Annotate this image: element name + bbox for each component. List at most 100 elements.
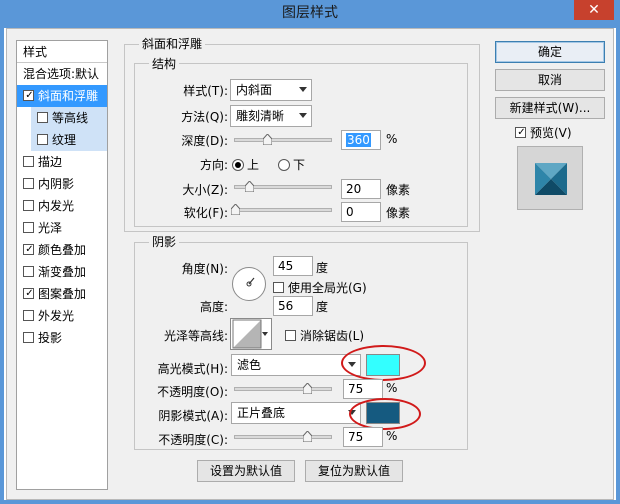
antialias-checkbox[interactable]: 消除锯齿(L) [285, 327, 364, 344]
shadow-opacity-slider[interactable] [234, 431, 332, 442]
angle-input[interactable]: 45 [273, 256, 313, 276]
gloss-contour-label: 光泽等高线: [163, 329, 228, 343]
depth-unit: % [386, 132, 398, 146]
highlight-mode-value: 滤色 [237, 358, 262, 372]
radio-off-icon[interactable] [278, 159, 290, 171]
shadow-opacity-value: 75 [348, 430, 364, 444]
checkbox-icon[interactable] [285, 330, 296, 341]
preview-checkbox[interactable]: 预览(V) [515, 124, 572, 141]
highlight-opacity-value: 75 [348, 382, 364, 396]
checkbox-icon[interactable] [23, 178, 34, 189]
angle-dial-icon[interactable] [231, 266, 267, 302]
checkbox-icon[interactable] [23, 200, 34, 211]
close-button[interactable]: ✕ [574, 0, 614, 20]
shadow-opacity-unit: % [386, 429, 398, 443]
angle-unit: 度 [316, 261, 329, 275]
checkbox-icon[interactable] [23, 288, 35, 299]
style-list-item[interactable]: 光泽 [17, 217, 107, 239]
size-slider[interactable] [234, 181, 332, 192]
ok-button[interactable]: 确定 [495, 41, 605, 63]
style-list-item[interactable]: 渐变叠加 [17, 261, 107, 283]
style-list-item-label: 混合选项:默认 [23, 67, 100, 81]
direction-up-label: 上 [247, 158, 260, 172]
checkbox-icon[interactable] [23, 90, 35, 101]
highlight-opacity-slider[interactable] [234, 383, 332, 394]
direction-up-radio[interactable]: 上 [232, 156, 259, 173]
window-title: 图层样式 [282, 5, 338, 21]
slider-thumb-icon[interactable] [263, 134, 272, 145]
style-list-item[interactable]: 内阴影 [17, 173, 107, 195]
annotation-ellipse [349, 398, 421, 430]
depth-label: 深度(D): [181, 134, 228, 148]
altitude-label: 高度: [199, 300, 228, 314]
new-style-button[interactable]: 新建样式(W)... [495, 97, 605, 119]
checkbox-icon[interactable] [37, 112, 48, 123]
direction-down-label: 下 [293, 158, 306, 172]
style-list-item[interactable]: 纹理 [31, 129, 107, 151]
slider-thumb-icon[interactable] [231, 204, 240, 215]
reset-default-button[interactable]: 复位为默认值 [305, 460, 403, 482]
style-list-item-label: 描边 [38, 155, 63, 169]
highlight-mode-label: 高光模式(H): [157, 362, 228, 376]
highlight-opacity-input[interactable]: 75 [343, 379, 383, 399]
checkbox-icon[interactable] [23, 244, 35, 255]
global-light-checkbox[interactable]: 使用全局光(G) [273, 279, 367, 296]
soften-value: 0 [346, 205, 354, 219]
style-list-item[interactable]: 外发光 [17, 305, 107, 327]
depth-slider[interactable] [234, 134, 332, 145]
style-list-item[interactable]: 混合选项:默认 [17, 63, 107, 85]
cancel-button[interactable]: 取消 [495, 69, 605, 91]
checkbox-icon[interactable] [23, 222, 34, 233]
soften-slider[interactable] [231, 204, 332, 215]
checkbox-icon[interactable] [37, 134, 48, 145]
radio-on-icon[interactable] [232, 159, 244, 171]
altitude-unit: 度 [316, 300, 329, 314]
style-list-item[interactable]: 内发光 [17, 195, 107, 217]
chevron-down-icon [262, 332, 268, 336]
slider-thumb-icon[interactable] [245, 181, 254, 192]
direction-label: 方向: [199, 158, 228, 172]
checkbox-icon[interactable] [23, 332, 34, 343]
depth-input[interactable]: 360 [341, 130, 381, 150]
shadow-mode-select[interactable]: 正片叠底 [231, 402, 361, 424]
antialias-label: 消除锯齿(L) [300, 329, 365, 343]
style-list-item[interactable]: 颜色叠加 [17, 239, 107, 261]
style-list-item[interactable]: 描边 [17, 151, 107, 173]
checkbox-icon[interactable] [23, 156, 34, 167]
style-list-header[interactable]: 样式 [17, 41, 107, 63]
shadow-mode-value: 正片叠底 [237, 406, 286, 420]
bevel-style-select[interactable]: 内斜面 [230, 79, 312, 101]
bevel-style-value: 内斜面 [236, 83, 273, 97]
altitude-value: 56 [278, 299, 294, 313]
highlight-opacity-label: 不透明度(O): [157, 385, 228, 399]
shading-group-title: 阴影 [149, 235, 180, 249]
checkbox-icon[interactable] [23, 266, 34, 277]
style-list-item[interactable]: 斜面和浮雕 [17, 85, 107, 107]
checkbox-icon[interactable] [273, 282, 284, 293]
altitude-input[interactable]: 56 [273, 296, 313, 316]
preview-label: 预览(V) [530, 126, 572, 140]
direction-down-radio[interactable]: 下 [278, 156, 305, 173]
shadow-mode-label: 阴影模式(A): [158, 409, 228, 423]
size-input[interactable]: 20 [341, 179, 381, 199]
chevron-down-icon [299, 113, 307, 118]
technique-select[interactable]: 雕刻清晰 [230, 105, 312, 127]
style-list-item[interactable]: 投影 [17, 327, 107, 349]
style-list-item[interactable]: 图案叠加 [17, 283, 107, 305]
checkbox-icon[interactable] [23, 310, 34, 321]
style-list-item[interactable]: 等高线 [31, 107, 107, 129]
slider-thumb-icon[interactable] [303, 431, 312, 442]
technique-value: 雕刻清晰 [236, 109, 285, 123]
angle-label: 角度(N): [181, 262, 228, 276]
shadow-opacity-input[interactable]: 75 [343, 427, 383, 447]
checkbox-icon[interactable] [515, 127, 527, 138]
soften-unit: 像素 [386, 206, 411, 220]
gloss-contour-picker[interactable] [230, 318, 272, 350]
style-list-item-label: 图案叠加 [38, 287, 87, 301]
contour-curve-icon [232, 319, 262, 349]
soften-input[interactable]: 0 [341, 202, 381, 222]
angle-value: 45 [278, 259, 294, 273]
annotation-ellipse [341, 345, 426, 381]
make-default-button[interactable]: 设置为默认值 [197, 460, 295, 482]
slider-thumb-icon[interactable] [303, 383, 312, 394]
